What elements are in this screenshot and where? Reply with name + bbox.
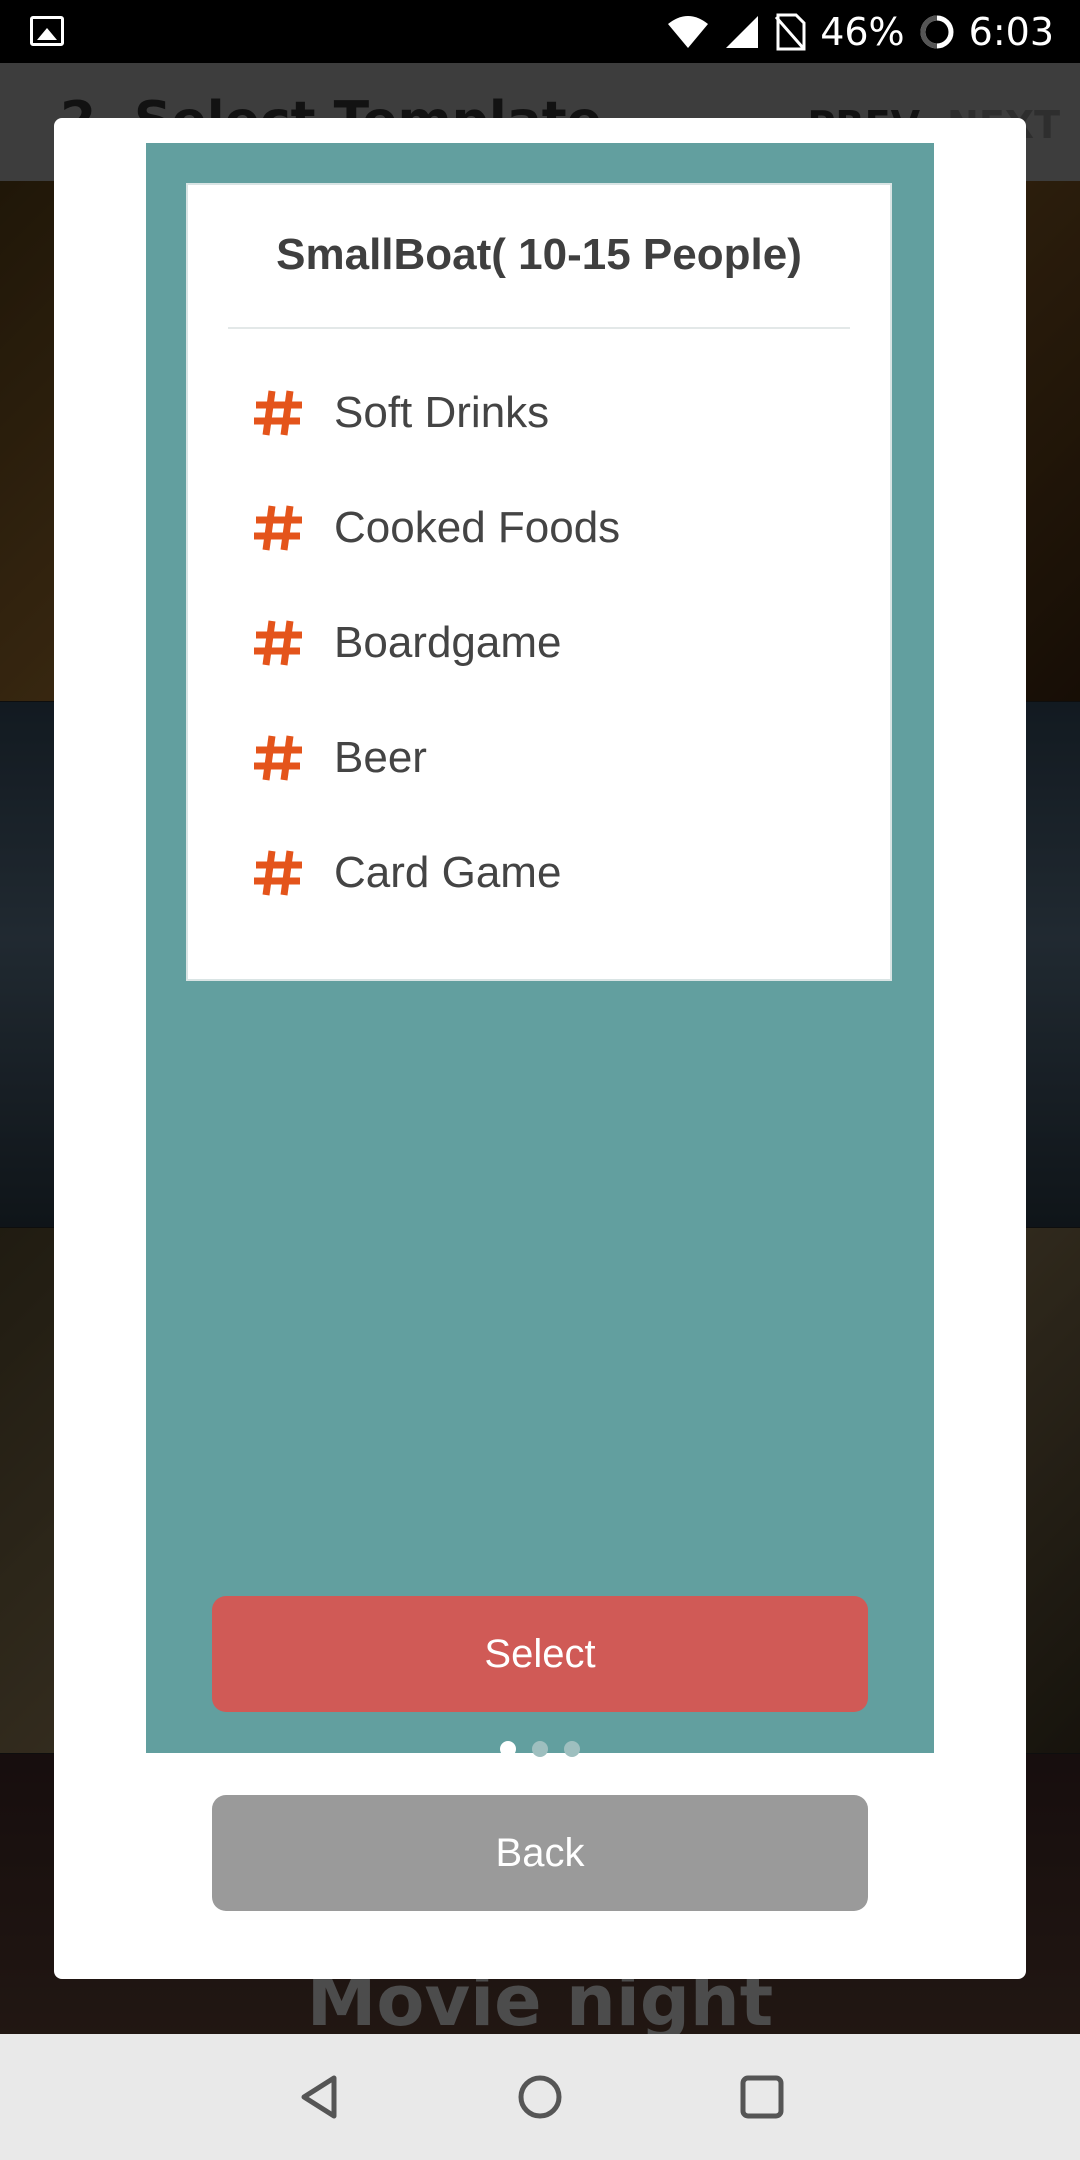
back-button[interactable]: Back (212, 1795, 868, 1911)
template-card: SmallBoat( 10-15 People) Soft Drinks Coo… (186, 183, 892, 981)
image-notification-icon (30, 16, 64, 46)
item-label: Cooked Foods (334, 502, 621, 552)
list-item: Card Game (252, 815, 620, 930)
page-dot[interactable] (532, 1741, 548, 1757)
nav-home-icon[interactable] (515, 2072, 565, 2122)
nav-recents-icon[interactable] (737, 2072, 787, 2122)
clock: 6:03 (968, 9, 1054, 54)
wifi-icon (668, 15, 709, 48)
list-item: Beer (252, 700, 620, 815)
page-dot-active[interactable] (500, 1741, 516, 1757)
item-label: Boardgame (334, 617, 562, 667)
divider (228, 327, 850, 329)
signal-icon (726, 15, 759, 48)
item-label: Beer (334, 732, 427, 782)
hashtag-icon (254, 850, 302, 895)
battery-percent: 46% (820, 9, 905, 54)
template-item-list: Soft Drinks Cooked Foods Boardgame Beer … (252, 355, 620, 930)
template-title: SmallBoat( 10-15 People) (276, 230, 802, 279)
hashtag-icon (254, 735, 302, 780)
select-button[interactable]: Select (212, 1596, 868, 1712)
list-item: Soft Drinks (252, 355, 620, 470)
page-dot[interactable] (564, 1741, 580, 1757)
nav-back-icon[interactable] (294, 2072, 344, 2122)
list-item: Cooked Foods (252, 470, 620, 585)
list-item: Boardgame (252, 585, 620, 700)
no-sim-icon (775, 13, 806, 50)
hashtag-icon (254, 390, 302, 435)
item-label: Soft Drinks (334, 387, 550, 437)
item-label: Card Game (334, 847, 562, 897)
battery-icon (920, 15, 954, 48)
status-bar: 46% 6:03 (0, 0, 1080, 63)
hashtag-icon (254, 505, 302, 550)
template-carousel[interactable]: SmallBoat( 10-15 People) Soft Drinks Coo… (146, 143, 934, 1757)
page-indicator (146, 1741, 934, 1757)
hashtag-icon (254, 620, 302, 665)
template-dialog: SmallBoat( 10-15 People) Soft Drinks Coo… (54, 118, 1026, 1979)
system-navigation-bar (0, 2034, 1080, 2160)
